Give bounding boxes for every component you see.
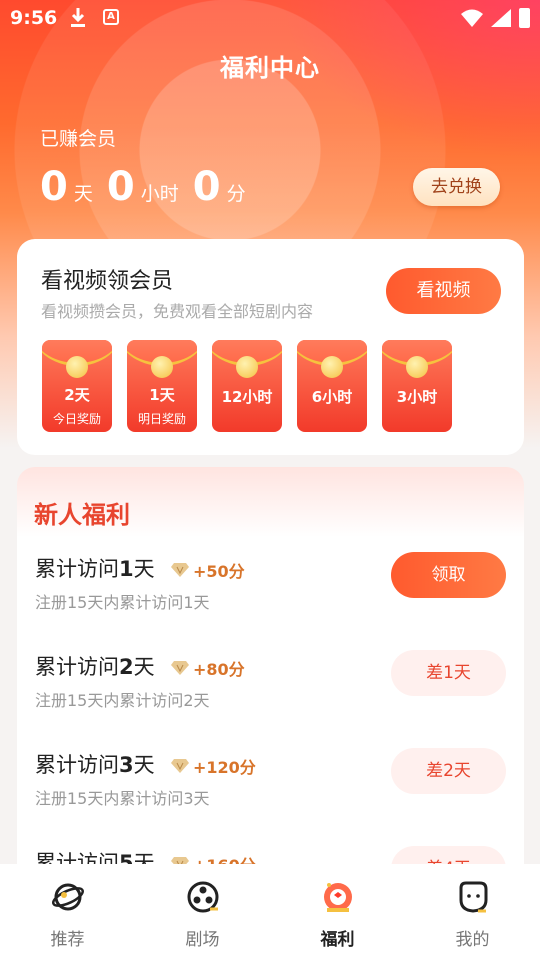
video-card-subtitle: 看视频攒会员，免费观看全部短剧内容	[41, 302, 314, 321]
task-title: 累计访问1天	[35, 557, 155, 581]
envelope-label: 明日奖励	[137, 412, 186, 426]
gift-icon	[323, 883, 352, 912]
page-title: 福利中心	[220, 54, 320, 82]
diamond-icon	[171, 563, 189, 577]
tab-theater[interactable]: 剧场	[135, 864, 270, 960]
status-bar: 9:56 A	[0, 0, 540, 36]
diamond-icon	[171, 661, 189, 675]
tab-profile[interactable]: 我的	[405, 864, 540, 960]
task-reward: +50分	[171, 558, 245, 582]
profile-icon	[459, 881, 487, 913]
days-remaining-button[interactable]: 差2天	[391, 748, 506, 794]
tab-label: 剧场	[185, 930, 220, 950]
earned-duration: 0 天 0 小时 0 分	[40, 164, 260, 210]
signal-icon	[491, 9, 511, 27]
earned-hours-unit: 小时	[140, 183, 179, 205]
keyboard-icon: A	[103, 9, 119, 25]
video-card-title: 看视频领会员	[41, 269, 174, 294]
coin-icon	[66, 356, 88, 378]
task-item: 累计访问2天 +80分 注册15天内累计访问2天 差1天	[35, 650, 506, 721]
envelope-amount: 12小时	[221, 388, 273, 406]
diamond-icon	[171, 759, 189, 773]
redeem-button[interactable]: 去兑换	[413, 168, 500, 206]
task-subtitle: 注册15天内累计访问2天	[35, 691, 210, 710]
tab-label: 我的	[455, 930, 490, 950]
envelope-amount: 6小时	[311, 388, 353, 406]
bottom-tab-bar: 推荐 剧场 福利 我的	[0, 864, 540, 960]
tab-label: 推荐	[50, 930, 85, 950]
task-item: 累计访问1天 +50分 注册15天内累计访问1天 领取	[35, 552, 506, 623]
earned-minutes: 0	[192, 164, 221, 210]
battery-icon	[519, 8, 530, 28]
task-title: 累计访问3天	[35, 753, 155, 777]
red-envelope-day-5[interactable]: 3小时	[382, 340, 452, 432]
tab-label: 福利	[320, 930, 355, 950]
task-subtitle: 注册15天内累计访问1天	[35, 593, 210, 612]
reward-envelopes: 2天 今日奖励 1天 明日奖励 12小时 6小时 3小时	[42, 340, 452, 432]
planet-icon	[51, 883, 84, 911]
claim-button[interactable]: 领取	[391, 552, 506, 598]
envelope-label: 今日奖励	[52, 412, 101, 426]
envelope-amount: 2天	[64, 386, 90, 404]
film-reel-icon	[187, 881, 218, 913]
task-item: 累计访问3天 +120分 注册15天内累计访问3天 差2天	[35, 748, 506, 819]
coin-icon	[321, 356, 343, 378]
days-remaining-button[interactable]: 差1天	[391, 650, 506, 696]
newbie-title: 新人福利	[34, 501, 130, 529]
newbie-benefits-card: 新人福利 累计访问1天 +50分 注册15天内累计访问1天 领取 累计访问2天 …	[17, 467, 524, 907]
earned-label: 已赚会员	[40, 128, 117, 150]
tab-recommend[interactable]: 推荐	[0, 864, 135, 960]
coin-icon	[151, 356, 173, 378]
red-envelope-day-4[interactable]: 6小时	[297, 340, 367, 432]
status-time: 9:56	[10, 7, 58, 29]
earned-minutes-unit: 分	[226, 183, 246, 205]
earned-days-unit: 天	[73, 183, 93, 205]
coin-icon	[406, 356, 428, 378]
task-reward: +80分	[171, 656, 245, 680]
envelope-amount: 1天	[149, 386, 175, 404]
red-envelope-day-1[interactable]: 2天 今日奖励	[42, 340, 112, 432]
red-envelope-day-3[interactable]: 12小时	[212, 340, 282, 432]
video-reward-card: 看视频领会员 看视频攒会员，免费观看全部短剧内容 看视频 2天 今日奖励 1天 …	[17, 239, 524, 455]
watch-video-button[interactable]: 看视频	[386, 268, 501, 314]
red-envelope-day-2[interactable]: 1天 明日奖励	[127, 340, 197, 432]
wifi-icon	[461, 9, 483, 27]
task-title: 累计访问2天	[35, 655, 155, 679]
task-subtitle: 注册15天内累计访问3天	[35, 789, 210, 808]
envelope-amount: 3小时	[396, 388, 438, 406]
task-reward: +120分	[171, 754, 256, 778]
coin-icon	[236, 356, 258, 378]
tab-benefits[interactable]: 福利	[270, 864, 405, 960]
status-icons	[461, 8, 530, 28]
download-icon	[71, 8, 85, 27]
earned-days: 0	[40, 164, 68, 210]
earned-hours: 0	[106, 164, 135, 210]
